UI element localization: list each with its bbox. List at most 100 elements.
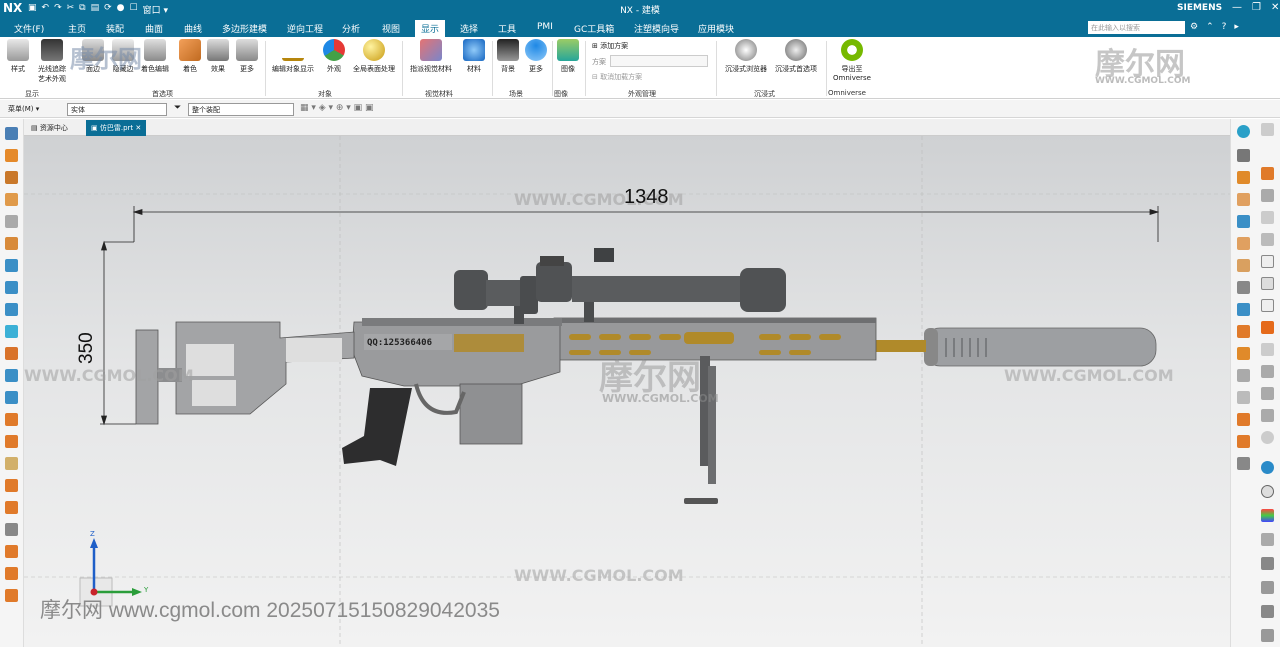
revolve-icon[interactable] bbox=[5, 171, 18, 184]
measure-right-icon[interactable] bbox=[1237, 193, 1250, 206]
point-icon[interactable] bbox=[5, 281, 18, 294]
tab-assembly[interactable]: 装配 bbox=[106, 22, 124, 35]
battery-icon[interactable] bbox=[1237, 149, 1250, 162]
style-button[interactable]: 样式 bbox=[5, 39, 31, 74]
copy-object-icon[interactable] bbox=[1261, 321, 1274, 334]
effect-button[interactable]: 效果 bbox=[205, 39, 231, 74]
cylinder-icon[interactable] bbox=[5, 435, 18, 448]
wire-icon[interactable] bbox=[1261, 365, 1274, 378]
tab-home[interactable]: 主页 bbox=[68, 22, 86, 35]
shade-right-icon[interactable] bbox=[1237, 347, 1250, 360]
shade-button[interactable]: 着色 bbox=[177, 39, 203, 74]
scheme-dropdown[interactable] bbox=[610, 55, 708, 67]
cancel-load-scheme[interactable]: ⊟ 取消加载方案 bbox=[592, 72, 642, 82]
boolean-icon[interactable] bbox=[5, 237, 18, 250]
image-button[interactable]: 图像 bbox=[555, 39, 581, 74]
edit-object-display-button[interactable]: 编辑对象显示 bbox=[268, 39, 318, 74]
spline-icon[interactable] bbox=[5, 369, 18, 382]
plane-icon[interactable] bbox=[5, 347, 18, 360]
sidebar-icon[interactable] bbox=[1261, 277, 1274, 290]
info-icon[interactable] bbox=[1261, 409, 1274, 422]
pattern-icon[interactable] bbox=[5, 589, 18, 602]
tab-gc-toolbox[interactable]: GC工具箱 bbox=[574, 22, 614, 35]
clock-icon[interactable] bbox=[1261, 485, 1274, 498]
more-display-button[interactable]: 更多 bbox=[234, 39, 260, 74]
snap-tools-icon[interactable]: ▦ ▾ ◈ ▾ ⊕ ▾ ▣ ▣ bbox=[300, 103, 374, 113]
link-icon[interactable] bbox=[1237, 215, 1250, 228]
tab-display[interactable]: 显示 bbox=[415, 20, 446, 37]
add-scheme-button[interactable]: ⊞ 添加方案 bbox=[592, 41, 628, 51]
assign-material-button[interactable]: 指派视觉材料 bbox=[406, 39, 456, 74]
sketch-icon[interactable] bbox=[5, 127, 18, 140]
tool-icon[interactable] bbox=[1261, 533, 1274, 546]
shell-icon[interactable] bbox=[5, 479, 18, 492]
measure-icon[interactable] bbox=[5, 457, 18, 470]
tab-polygon-modeling[interactable]: 多边形建模 bbox=[222, 22, 267, 35]
tab-surface[interactable]: 曲面 bbox=[145, 22, 163, 35]
expand-icon[interactable]: ⌃ bbox=[1206, 22, 1214, 32]
settings-icon[interactable]: ⚙ bbox=[1190, 22, 1198, 32]
triad-icon[interactable] bbox=[1237, 281, 1250, 294]
offset-icon[interactable] bbox=[5, 545, 18, 558]
cube-view-icon[interactable] bbox=[1237, 369, 1250, 382]
history-list-icon[interactable] bbox=[1261, 605, 1274, 618]
block-icon[interactable] bbox=[5, 413, 18, 426]
tab-curve[interactable]: 曲线 bbox=[184, 22, 202, 35]
tab-analysis[interactable]: 分析 bbox=[342, 22, 360, 35]
axis-icon[interactable] bbox=[5, 325, 18, 338]
more-scene-button[interactable]: 更多 bbox=[523, 39, 549, 74]
palette-icon[interactable] bbox=[1261, 509, 1274, 522]
section-icon[interactable] bbox=[1237, 259, 1250, 272]
appearance-button[interactable]: 外观 bbox=[321, 39, 347, 74]
global-surface-button[interactable]: 全局表面处理 bbox=[350, 39, 398, 74]
move-icon[interactable] bbox=[1261, 343, 1274, 356]
file-menu[interactable]: 文件(F) bbox=[14, 22, 44, 35]
list-icon[interactable] bbox=[1261, 299, 1274, 312]
chart-icon[interactable] bbox=[1261, 629, 1274, 642]
tab-tools[interactable]: 工具 bbox=[498, 22, 516, 35]
clock-face-icon[interactable] bbox=[1261, 431, 1274, 444]
search-input[interactable]: 在此输入以搜索 bbox=[1088, 21, 1185, 34]
view-icon[interactable] bbox=[1261, 189, 1274, 202]
datum-icon[interactable] bbox=[5, 215, 18, 228]
immersive-browser-button[interactable]: 沉浸式浏览器 bbox=[722, 39, 770, 74]
globe-icon[interactable] bbox=[1237, 125, 1250, 138]
filter-icon[interactable]: ⏷ bbox=[174, 103, 181, 113]
settings-gear-icon[interactable] bbox=[1261, 123, 1274, 136]
tab-select[interactable]: 选择 bbox=[460, 22, 478, 35]
plane-right-icon[interactable] bbox=[1237, 303, 1250, 316]
tab-mold-wizard[interactable]: 注塑模向导 bbox=[634, 22, 679, 35]
shading-edit-button[interactable]: 着色编辑 bbox=[138, 39, 172, 74]
hole-icon[interactable] bbox=[5, 193, 18, 206]
blend-icon[interactable] bbox=[5, 501, 18, 514]
restore-icon[interactable]: ❐ bbox=[1252, 2, 1261, 13]
tab-active-part[interactable]: ▣ 仿巴雷.prt ✕ bbox=[86, 120, 147, 136]
part-icon[interactable] bbox=[1237, 171, 1250, 184]
tab-view[interactable]: 视图 bbox=[382, 22, 400, 35]
extrude-icon[interactable] bbox=[5, 149, 18, 162]
close-icon[interactable]: ✕ bbox=[1271, 2, 1279, 13]
curve-icon[interactable] bbox=[5, 259, 18, 272]
export-omniverse-button[interactable]: 导出至 Omniverse bbox=[830, 39, 874, 82]
history-icon[interactable] bbox=[1237, 435, 1250, 448]
hide-icon[interactable] bbox=[1261, 387, 1274, 400]
minimize-icon[interactable]: — bbox=[1232, 2, 1242, 13]
material-right-icon[interactable] bbox=[1237, 413, 1250, 426]
render-icon[interactable] bbox=[1237, 391, 1250, 404]
help-icon[interactable]: ? bbox=[1222, 22, 1227, 32]
roles-icon[interactable] bbox=[1261, 581, 1274, 594]
fit-icon[interactable] bbox=[1237, 325, 1250, 338]
arrow-icon[interactable] bbox=[1261, 211, 1274, 224]
more-icon[interactable]: ▸ bbox=[1234, 22, 1239, 32]
layer-icon[interactable] bbox=[1237, 237, 1250, 250]
ray-trace-button[interactable]: 光线追踪 艺术外观 bbox=[34, 39, 70, 84]
graphics-viewport[interactable]: WWW.CGMOL.COM WWW.CGMOL.COM WWW.CGMOL.CO… bbox=[24, 136, 1230, 647]
window-icon[interactable] bbox=[1261, 255, 1274, 268]
tab-applications[interactable]: 应用模块 bbox=[698, 22, 734, 35]
immersive-prefs-button[interactable]: 沉浸式首选项 bbox=[772, 39, 820, 74]
web-icon[interactable] bbox=[1261, 461, 1274, 474]
assembly-icon[interactable] bbox=[1261, 167, 1274, 180]
chamfer-icon[interactable] bbox=[5, 523, 18, 536]
tab-reverse-engineering[interactable]: 逆向工程 bbox=[287, 22, 323, 35]
materials-button[interactable]: 材料 bbox=[461, 39, 487, 74]
